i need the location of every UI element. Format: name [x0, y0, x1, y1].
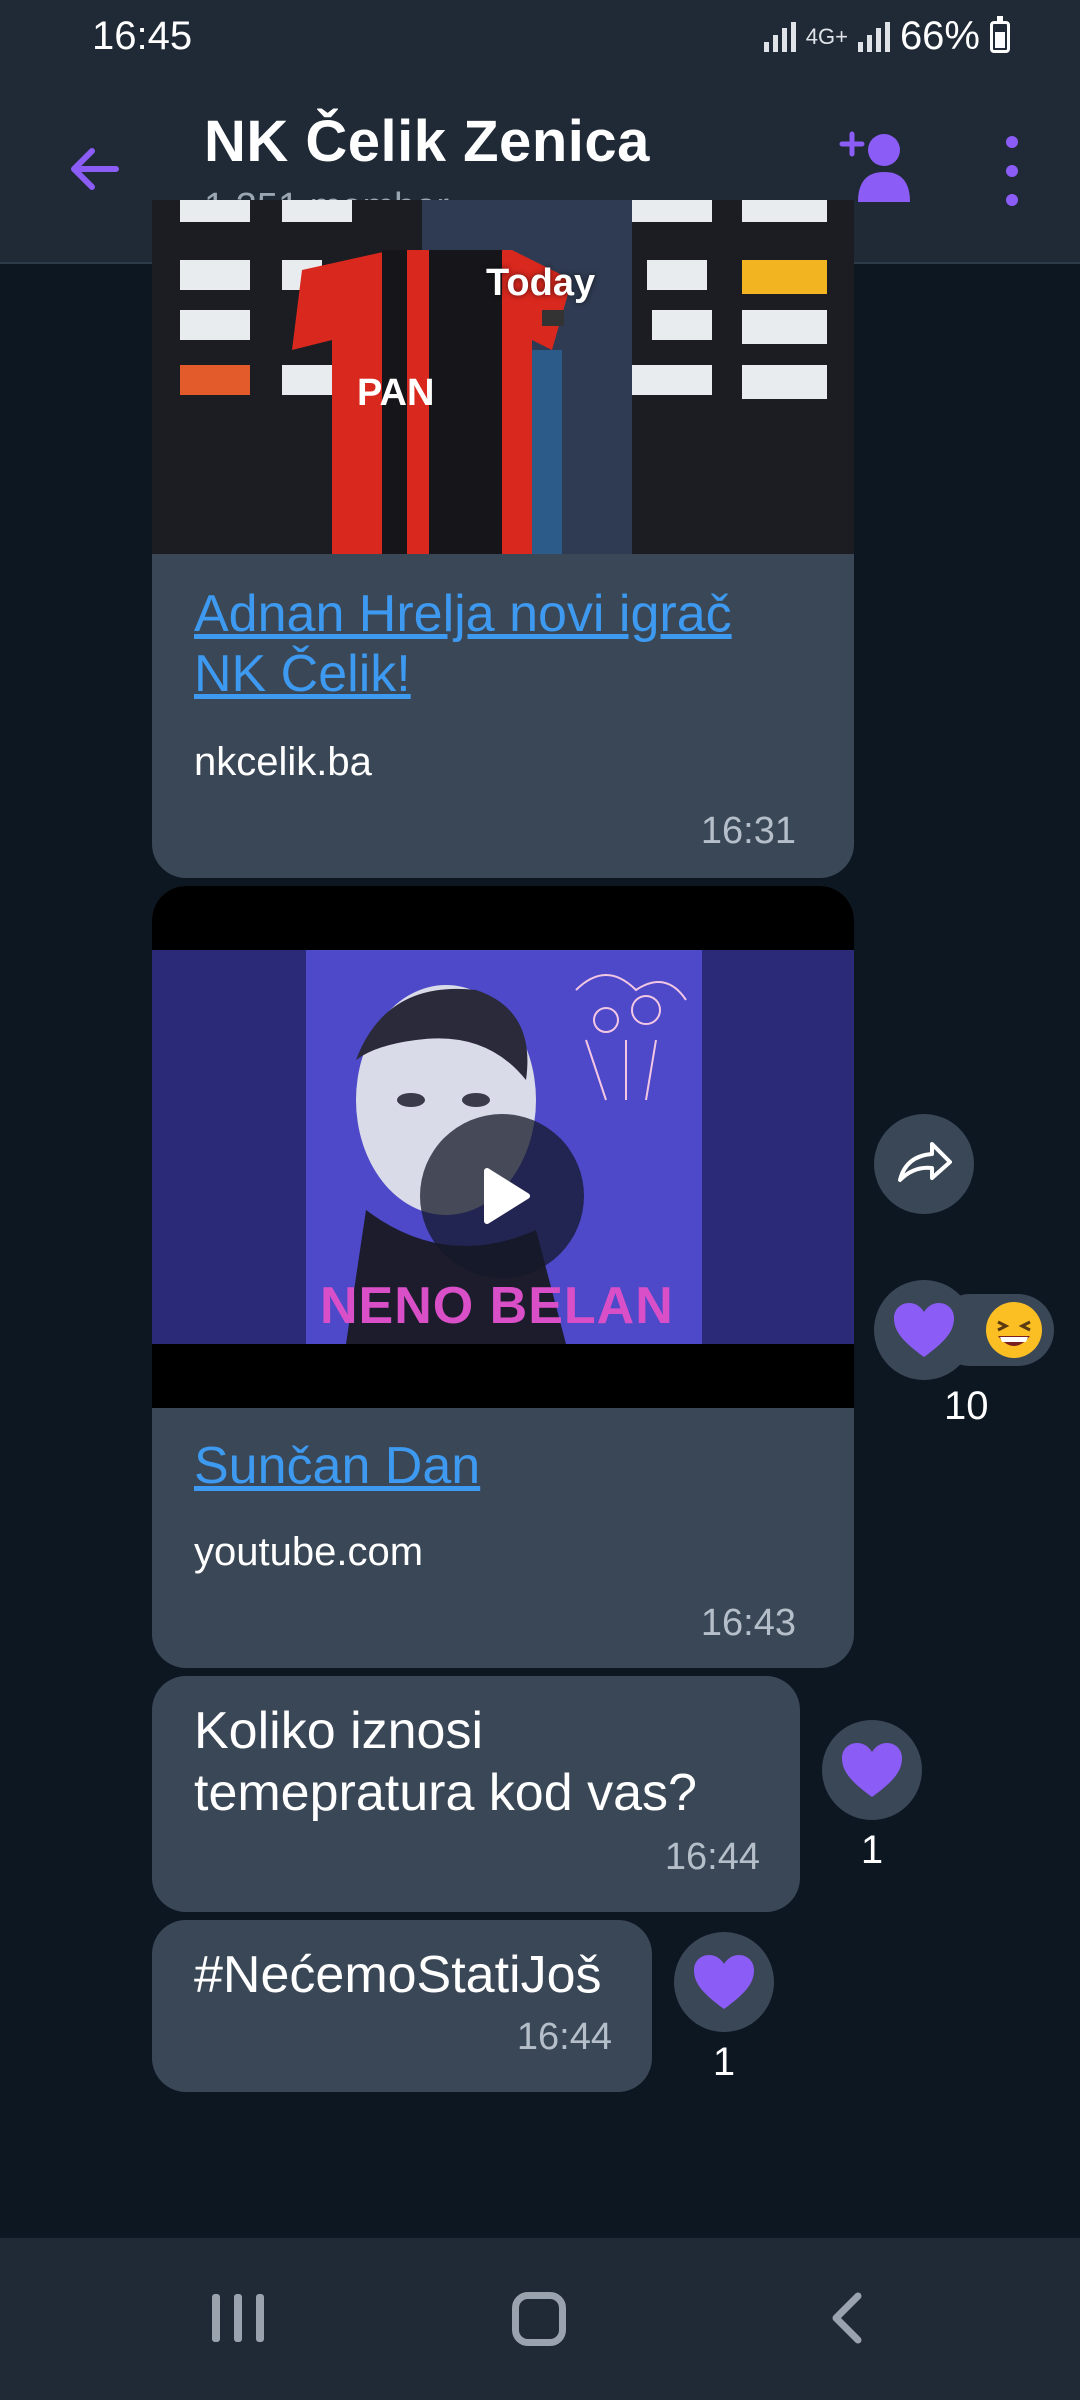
status-time: 16:45	[92, 14, 193, 58]
link-preview-photo[interactable]: PAN	[152, 200, 854, 554]
message-time: 16:44	[664, 1836, 760, 1878]
heart-icon	[894, 1303, 954, 1357]
chat-title[interactable]: NK Čelik Zenica	[204, 108, 650, 175]
chevron-left-icon	[832, 2292, 862, 2344]
video-link-message[interactable]: NENO BELAN Sunčan Dan youtube.com 16:43	[152, 886, 854, 1668]
shirt-sponsor-text: PAN	[357, 372, 434, 414]
heart-icon	[694, 1955, 754, 2009]
heart-reaction[interactable]	[674, 1932, 774, 2032]
battery-icon	[990, 15, 1010, 53]
share-arrow-icon	[898, 1142, 952, 1182]
add-member-button[interactable]	[836, 128, 916, 208]
heart-icon	[842, 1743, 902, 1797]
link-title[interactable]: Sunčan Dan	[194, 1436, 480, 1496]
message-time: 16:31	[700, 810, 796, 852]
system-nav-bar	[0, 2238, 1080, 2400]
link-title[interactable]: Adnan Hrelja novi igrač NK Čelik!	[194, 584, 814, 704]
more-options-button[interactable]	[990, 136, 1034, 206]
text-message[interactable]: Koliko iznosi temepratura kod vas? 16:44	[152, 1676, 800, 1912]
date-divider: Today	[486, 262, 596, 304]
reactions-text-message-2[interactable]: 1	[674, 1932, 774, 2085]
text-message[interactable]: #NećemoStatiJoš 16:44	[152, 1920, 652, 2092]
message-text: #NećemoStatiJoš	[194, 1946, 602, 2004]
dot-icon	[1006, 194, 1018, 206]
status-icons: 4G+ 66%	[763, 14, 1010, 59]
dot-icon	[1006, 165, 1018, 177]
video-frame: NENO BELAN	[152, 950, 854, 1344]
arrow-left-icon	[71, 148, 119, 190]
reaction-count: 1	[860, 1828, 884, 1872]
message-time: 16:43	[700, 1602, 796, 1644]
signal-icon	[763, 21, 796, 52]
reaction-count: 10	[944, 1384, 989, 1428]
heart-reaction[interactable]	[874, 1280, 974, 1380]
link-domain: nkcelik.ba	[194, 740, 372, 784]
video-preview[interactable]: NENO BELAN	[152, 886, 854, 1408]
message-time: 16:44	[516, 2016, 612, 2058]
heart-reaction[interactable]	[822, 1720, 922, 1820]
network-type: 4G+	[805, 23, 848, 49]
message-text: Koliko iznosi temepratura kod vas?	[194, 1702, 697, 1822]
link-domain: youtube.com	[194, 1530, 424, 1574]
battery-percent: 66%	[899, 14, 980, 58]
share-button[interactable]	[874, 1114, 974, 1214]
back-button[interactable]	[58, 133, 130, 205]
signal-icon-2	[857, 21, 890, 52]
home-button[interactable]	[512, 2292, 566, 2346]
player-presentation-image: PAN	[152, 200, 854, 554]
recents-button[interactable]	[212, 2294, 264, 2342]
dot-icon	[1006, 136, 1018, 148]
laughing-emoji-icon[interactable]	[982, 1298, 1046, 1362]
status-bar: 16:45 4G+ 66%	[0, 0, 1080, 78]
add-user-icon	[839, 131, 910, 202]
play-icon	[484, 1168, 530, 1224]
video-caption: NENO BELAN	[320, 1277, 674, 1335]
reactions-text-message-1[interactable]: 1	[822, 1720, 922, 1873]
reaction-count: 1	[712, 2040, 736, 2084]
system-back-button[interactable]	[818, 2288, 878, 2348]
play-button[interactable]	[420, 1114, 584, 1278]
